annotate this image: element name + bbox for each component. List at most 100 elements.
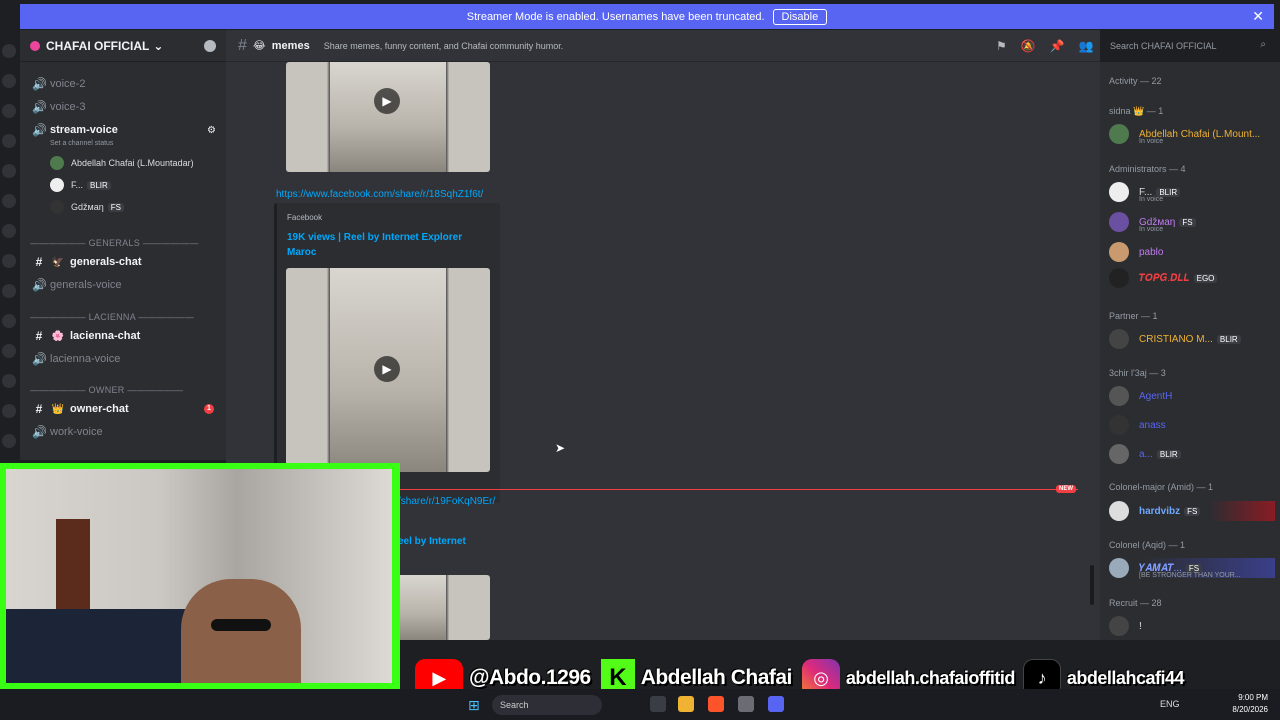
threads-icon[interactable]: ⚑ [996, 39, 1007, 53]
embed-title[interactable]: 19K views | Reel by Internet Explorer Ma… [287, 230, 477, 260]
members-icon[interactable]: 👥 [1079, 39, 1094, 53]
server-icon[interactable] [2, 404, 16, 418]
member-item[interactable]: pablo [1109, 242, 1163, 262]
app-icon[interactable] [738, 696, 754, 712]
avatar [50, 178, 64, 192]
member-name: ! [1139, 620, 1142, 632]
member-tag: BLIR [87, 180, 111, 190]
add-member-icon[interactable] [204, 40, 216, 52]
channel-emoji: 🌸 [51, 330, 65, 342]
discord-icon[interactable] [768, 696, 784, 712]
taskbar-search[interactable]: Search [492, 695, 602, 715]
server-icon[interactable] [2, 374, 16, 388]
channel-stream-voice[interactable]: 🔊 stream-voice ⚙ [20, 120, 226, 140]
message-link[interactable]: /share/r/19FoKqN9Er/ [398, 496, 495, 507]
category-lacienna[interactable]: —————— LACIENNA —————— [30, 312, 194, 322]
server-icon[interactable] [2, 254, 16, 268]
channel-lacienna-chat[interactable]: # 🌸 lacienna-chat [20, 326, 226, 346]
member-name: CRISTIANO M... [1139, 333, 1213, 345]
pin-icon[interactable]: 📌 [1050, 39, 1065, 53]
language-indicator[interactable]: ENG [1160, 699, 1180, 709]
embed-title[interactable]: eel by Internet [398, 536, 466, 547]
member-item[interactable]: Gdžмaη FS In voice [1109, 212, 1196, 233]
speaker-icon: 🔊 [32, 123, 47, 137]
avatar [1109, 242, 1129, 262]
member-item[interactable]: 𝒀𝑨𝑴𝑨𝑻... FS [BE STRONGER THAN YOUR... [1109, 558, 1275, 579]
member-name: F... [71, 180, 84, 190]
new-messages-divider [398, 489, 1078, 490]
server-icon[interactable] [2, 344, 16, 358]
activity-header[interactable]: Activity — 22 [1109, 76, 1162, 86]
speaker-icon: 🔊 [32, 352, 47, 366]
channel-header: # 😂 memes Share memes, funny content, an… [226, 30, 1100, 62]
voice-member[interactable]: Abdellah Chafai (L.Mountadar) [50, 156, 194, 170]
embed-provider: Facebook [287, 213, 323, 222]
member-item[interactable]: anass [1109, 415, 1166, 435]
gear-icon[interactable]: ⚙ [207, 125, 216, 136]
member-item[interactable]: hardvibz FS [1109, 501, 1275, 521]
avatar [50, 200, 64, 214]
category-generals[interactable]: —————— GENERALS —————— [30, 238, 199, 248]
webcam-overlay [0, 463, 400, 689]
member-item[interactable]: 𝑻𝑶𝑷𝑮.𝑫𝑳𝑳 EGO [1109, 268, 1218, 288]
member-item[interactable]: F... BLIR In voice [1109, 182, 1181, 203]
category-owner[interactable]: —————— OWNER —————— [30, 385, 183, 395]
channel-voice-2[interactable]: 🔊 voice-2 [20, 74, 226, 94]
channel-emoji: 😂 [252, 40, 266, 52]
channel-work-voice[interactable]: 🔊 work-voice [20, 422, 226, 442]
voice-member[interactable]: F... BLIR [50, 178, 111, 192]
search-input[interactable]: Search CHAFAI OFFICIAL ⌕ [1104, 36, 1272, 56]
play-icon[interactable]: ▶ [374, 88, 400, 114]
member-list: Activity — 22 sidna 👑 — 1 Abdellah Chafa… [1100, 62, 1280, 640]
channel-lacienna-voice[interactable]: 🔊 lacienna-voice [20, 349, 226, 369]
server-icon[interactable] [2, 104, 16, 118]
role-header: Recruit — 28 [1109, 598, 1162, 608]
channel-owner-chat[interactable]: # 👑 owner-chat 1 [20, 399, 226, 419]
role-header: sidna 👑 — 1 [1109, 106, 1164, 116]
member-name: anass [1139, 419, 1166, 431]
server-icon[interactable] [2, 314, 16, 328]
member-item[interactable]: ! [1109, 616, 1142, 636]
member-item[interactable]: Abdellah Chafai (L.Mount... In voice [1109, 124, 1260, 145]
task-view-icon[interactable] [650, 696, 666, 712]
server-icon[interactable] [2, 74, 16, 88]
webcam-feed [6, 469, 392, 683]
file-explorer-icon[interactable] [678, 696, 694, 712]
video-thumbnail[interactable]: ▶ [286, 62, 490, 172]
member-item[interactable]: CRISTIANO M... BLIR [1109, 329, 1241, 349]
channel-status[interactable]: Set a channel status [50, 140, 113, 147]
avatar [1109, 268, 1129, 288]
mute-icon[interactable]: 🔕 [1021, 39, 1036, 53]
windows-start-icon[interactable]: ⊞ [468, 697, 480, 714]
server-icon[interactable] [2, 434, 16, 448]
server-header[interactable]: CHAFAI OFFICIAL ⌄ [20, 30, 226, 62]
video-thumbnail[interactable]: ▶ [286, 268, 490, 472]
channel-voice-3[interactable]: 🔊 voice-3 [20, 97, 226, 117]
server-icon[interactable] [2, 194, 16, 208]
channel-generals-chat[interactable]: # 🦅 generals-chat [20, 252, 226, 272]
brave-icon[interactable] [708, 696, 724, 712]
hash-icon: # [35, 402, 43, 416]
member-item[interactable]: AgentH [1109, 386, 1172, 406]
member-name: AgentH [1139, 390, 1173, 402]
channel-generals-voice[interactable]: 🔊 generals-voice [20, 275, 226, 295]
clock[interactable]: 9:00 PM 8/20/2026 [1232, 692, 1268, 716]
voice-member[interactable]: Gdžмaη FS [50, 200, 124, 214]
channel-label: owner-chat [70, 403, 129, 415]
server-rail [0, 30, 20, 470]
play-icon[interactable]: ▶ [374, 356, 400, 382]
channel-emoji: 🦅 [51, 256, 65, 268]
server-icon[interactable] [2, 284, 16, 298]
close-icon[interactable]: ✕ [1252, 8, 1264, 25]
server-icon[interactable] [2, 134, 16, 148]
speaker-icon: 🔊 [32, 425, 47, 439]
member-item[interactable]: a... BLIR [1109, 444, 1181, 464]
avatar [1109, 415, 1129, 435]
scrollbar[interactable] [1090, 565, 1094, 605]
server-icon[interactable] [2, 224, 16, 238]
server-icon[interactable] [2, 164, 16, 178]
member-name: Gdžмaη [71, 202, 104, 212]
disable-button[interactable]: Disable [772, 8, 828, 25]
message-link[interactable]: https://www.facebook.com/share/r/18SqhZ1… [276, 189, 483, 200]
server-icon[interactable] [2, 44, 16, 58]
